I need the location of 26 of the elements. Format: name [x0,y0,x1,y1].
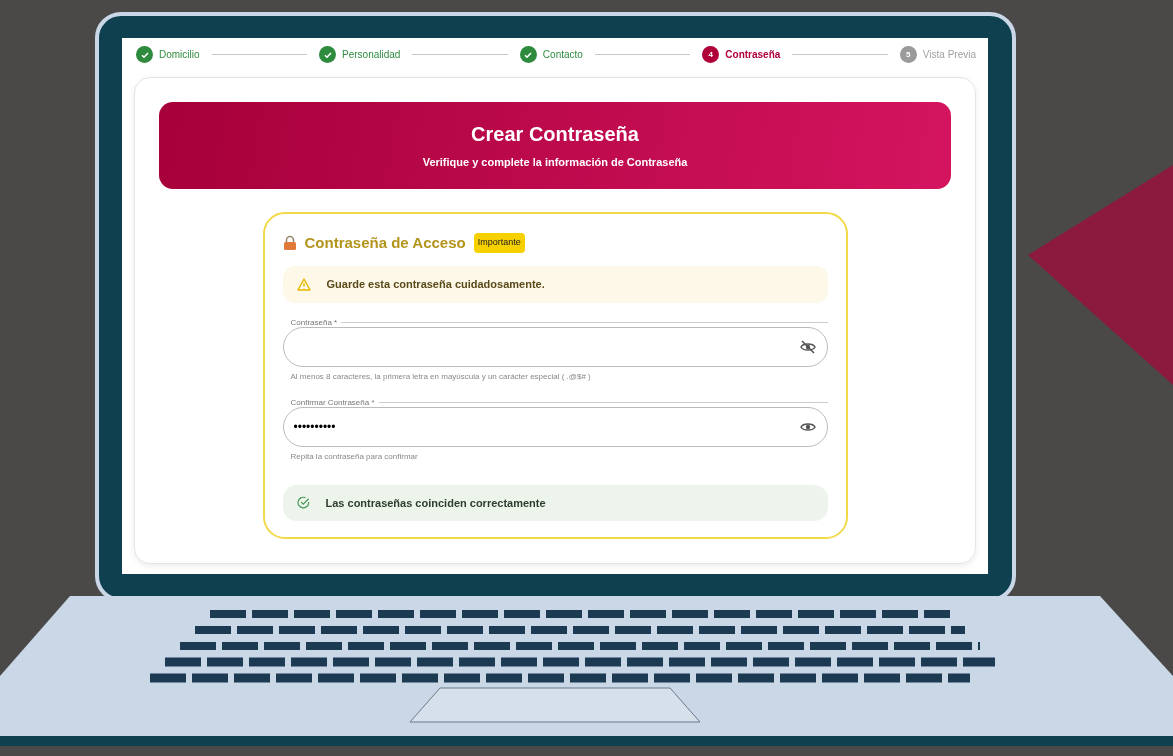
active-step-label[interactable]: Contraseña [725,47,781,62]
step-label[interactable]: Contacto [542,47,583,62]
check-icon [319,46,336,63]
step-label[interactable]: Personalidad [342,47,401,62]
check-icon [519,46,537,63]
field-label: Contraseña * [290,316,338,329]
check-icon [136,46,153,63]
banner-title: Crear Contraseña [470,122,640,146]
field-label: Confirmar Contraseña * [290,396,375,409]
step-number: 4 [702,46,720,63]
eye-slash-icon[interactable] [799,338,816,355]
success-text: Las contraseñas coinciden correctamente [325,495,546,511]
step-number: 5 [899,46,917,63]
step-label[interactable]: Vista Previa [922,47,976,62]
password-field[interactable] [282,326,828,367]
check-circle-icon [296,496,310,510]
section-title: Contraseña de Acceso [304,232,466,253]
warning-icon [296,277,311,291]
field-hint: Repita la contraseña para confirmar [290,450,419,463]
important-badge: Importante [473,233,525,253]
password-field[interactable]: •••••••••• [282,406,828,447]
field-hint: Al menos 8 caracteres, la primera letra en mayúscula y un carácter especial ( .@$# ) [290,370,592,383]
warning-text: Guarde esta contraseña cuidadosamente. [326,277,545,292]
lock-icon [282,235,297,251]
step-label[interactable]: Domicilio [159,47,200,62]
banner-subtitle: Verifique y complete la información de Contraseña [421,155,689,170]
